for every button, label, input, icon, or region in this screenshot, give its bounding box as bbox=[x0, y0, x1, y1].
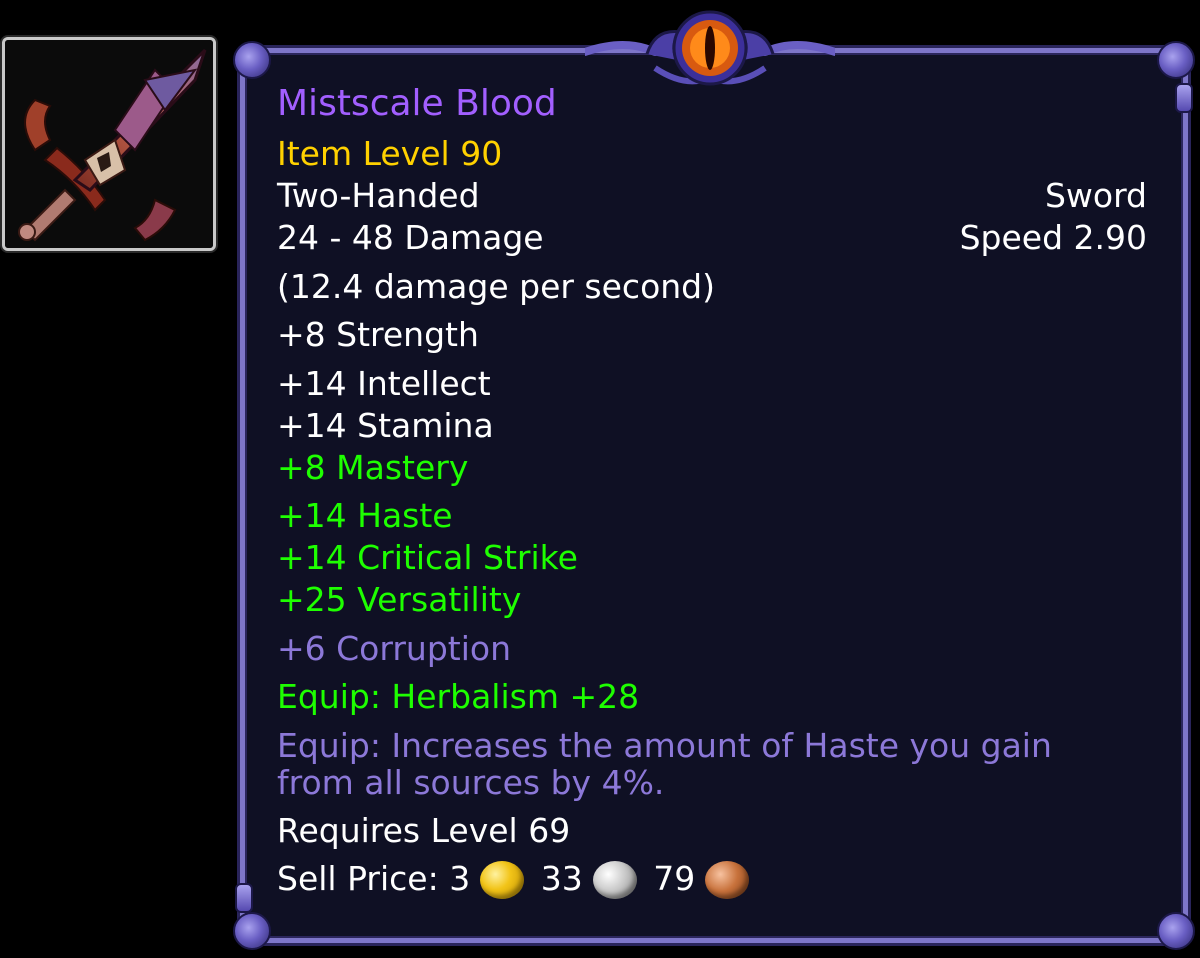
sell-price: Sell Price: 3 33 79 bbox=[277, 859, 1147, 899]
silver-amount: 33 bbox=[540, 859, 583, 898]
sell-price-label: Sell Price: bbox=[277, 859, 439, 898]
secondary-stat-line: +14 Haste bbox=[277, 496, 453, 535]
stat-line: +8 Strength bbox=[277, 315, 479, 354]
silver-coin-icon bbox=[592, 861, 637, 899]
stat-line: +14 Stamina bbox=[277, 406, 494, 445]
item-icon-frame[interactable] bbox=[2, 37, 216, 251]
stat-line: +14 Intellect bbox=[277, 364, 491, 403]
copper-amount: 79 bbox=[653, 859, 696, 898]
gold-amount: 3 bbox=[449, 859, 471, 898]
frame-corner-ornament bbox=[233, 41, 271, 79]
item-type: Sword bbox=[1044, 176, 1147, 215]
frame-stud-ornament bbox=[1175, 83, 1193, 113]
frame-corner-ornament bbox=[1157, 912, 1195, 950]
item-level: Item Level 90 bbox=[277, 134, 503, 173]
gold-coin-icon bbox=[480, 861, 525, 899]
frame-stud-ornament bbox=[235, 883, 253, 913]
frame-corner-ornament bbox=[233, 912, 271, 950]
slot-row: Two-Handed Sword bbox=[277, 176, 1147, 216]
secondary-stat-line: +8 Mastery bbox=[277, 448, 469, 487]
eye-crest-ornament bbox=[585, 10, 835, 86]
equip-profession-line: Equip: Herbalism +28 bbox=[277, 677, 640, 716]
secondary-stat-line: +14 Critical Strike bbox=[277, 538, 578, 577]
two-handed-sword-icon bbox=[5, 40, 213, 248]
frame-corner-ornament bbox=[1157, 41, 1195, 79]
damage-row: 24 - 48 Damage Speed 2.90 bbox=[277, 218, 1147, 258]
secondary-stat-line: +25 Versatility bbox=[277, 580, 522, 619]
item-name: Mistscale Blood bbox=[277, 83, 557, 124]
copper-coin-icon bbox=[705, 861, 750, 899]
equip-effect-line: Equip: Increases the amount of Haste you… bbox=[277, 726, 1052, 802]
item-damage: 24 - 48 Damage bbox=[277, 218, 544, 257]
requires-level: Requires Level 69 bbox=[277, 811, 571, 850]
item-dps: (12.4 damage per second) bbox=[277, 267, 715, 306]
item-speed: Speed 2.90 bbox=[959, 218, 1147, 257]
item-slot: Two-Handed bbox=[277, 176, 480, 215]
corruption-line: +6 Corruption bbox=[277, 629, 511, 668]
